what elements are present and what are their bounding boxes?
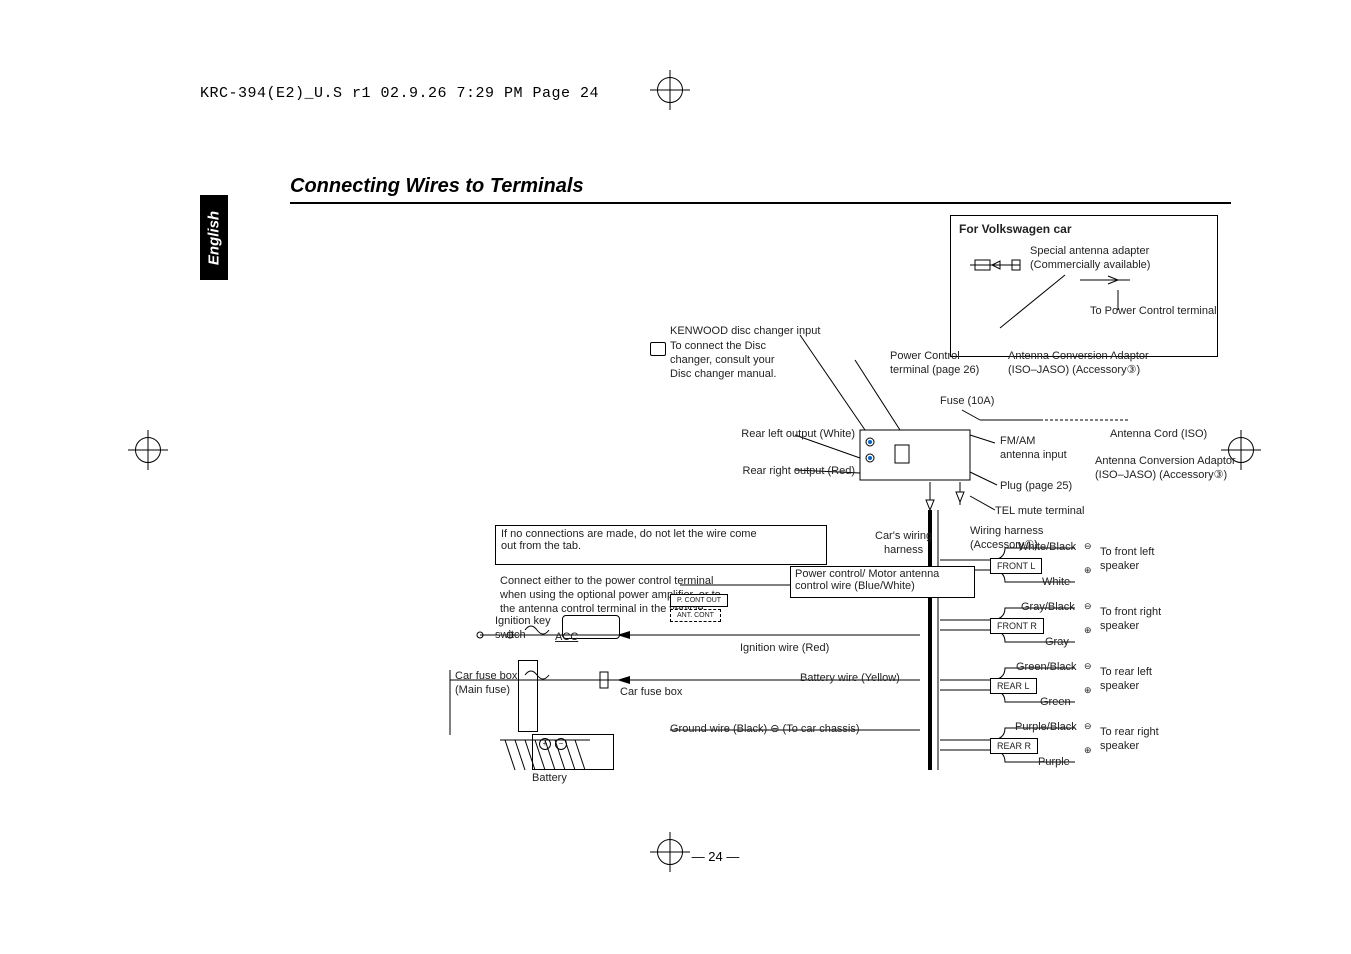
- label-rl-to: To rear left speaker: [1100, 666, 1152, 694]
- label-power-control-terminal: Power Control terminal (page 26): [890, 350, 979, 378]
- label-antenna-conv-adaptor-2: Antenna Conversion Adaptor (ISO–JASO) (A…: [1095, 455, 1236, 483]
- book-icon: [650, 342, 666, 356]
- label-fr-to: To front right speaker: [1100, 606, 1161, 634]
- label-rl-pos: Green: [1040, 696, 1071, 710]
- label-rl-neg: Green/Black: [1016, 661, 1077, 675]
- label-cars-wiring-harness: Car's wiring harness: [875, 530, 932, 558]
- label-fr-pos: Gray: [1045, 636, 1069, 650]
- label-disc-changer-note: To connect the Disc changer, consult you…: [670, 340, 776, 381]
- label-fr-neg: Gray/Black: [1021, 601, 1075, 615]
- label-fmam-input: FM/AM antenna input: [1000, 435, 1067, 463]
- note-no-connections: If no connections are made, do not let t…: [495, 525, 827, 565]
- label-plug: Plug (page 25): [1000, 480, 1072, 494]
- label-antenna-conv-adaptor: Antenna Conversion Adaptor (ISO–JASO) (A…: [1008, 350, 1149, 378]
- wiring-diagram: For Volkswagen car Special antenna adapt…: [300, 210, 1230, 800]
- label-power-motor-antenna: Power control/ Motor antenna control wir…: [790, 566, 975, 598]
- label-antenna-cord-iso: Antenna Cord (ISO): [1110, 428, 1207, 442]
- label-special-antenna-adapter: Special antenna adapter (Commercially av…: [1030, 245, 1150, 273]
- label-rear-right-output: Rear right output (Red): [695, 465, 855, 479]
- vw-note-box: For Volkswagen car: [950, 215, 1218, 357]
- label-fl-neg: White/Black: [1018, 541, 1076, 555]
- fusebox-icon: [518, 660, 538, 732]
- label-fuse-10a: Fuse (10A): [940, 395, 994, 409]
- box-rear-l: REAR L: [990, 678, 1037, 694]
- label-battery: Battery: [532, 772, 567, 786]
- label-rr-to: To rear right speaker: [1100, 726, 1159, 754]
- label-ground-wire: Ground wire (Black) ⊖ (To car chassis): [670, 723, 860, 737]
- label-disc-changer-input: KENWOOD disc changer input: [670, 325, 820, 339]
- box-ant-cont: ANT. CONT: [670, 609, 721, 622]
- battery-icon: + −: [532, 734, 614, 770]
- label-car-fuse: Car fuse box: [620, 686, 682, 700]
- label-fl-pos: White: [1042, 576, 1070, 590]
- box-front-l: FRONT L: [990, 558, 1042, 574]
- vw-heading: For Volkswagen car: [959, 222, 1209, 236]
- label-battery-wire: Battery wire (Yellow): [800, 672, 900, 686]
- label-ignition-switch: Ignition key switch: [495, 615, 551, 643]
- label-to-power-control: To Power Control terminal: [1090, 305, 1217, 319]
- label-rear-left-output: Rear left output (White): [695, 428, 855, 442]
- box-p-cont-out: P. CONT OUT: [670, 594, 728, 607]
- label-ignition-wire: Ignition wire (Red): [740, 642, 829, 656]
- label-fl-to: To front left speaker: [1100, 546, 1154, 574]
- title-rule: [290, 202, 1231, 204]
- label-connect-either: Connect either to the power control term…: [500, 575, 780, 616]
- language-tab: English: [200, 195, 228, 280]
- page-title: Connecting Wires to Terminals: [290, 175, 584, 198]
- label-tel-mute: TEL mute terminal: [995, 505, 1084, 519]
- box-front-r: FRONT R: [990, 618, 1044, 634]
- label-car-fuse-main: Car fuse box (Main fuse): [455, 670, 517, 698]
- file-header: KRC-394(E2)_U.S r1 02.9.26 7:29 PM Page …: [200, 85, 599, 102]
- page-number: — 24 —: [692, 849, 740, 864]
- box-rear-r: REAR R: [990, 738, 1038, 754]
- label-rr-neg: Purple/Black: [1015, 721, 1077, 735]
- label-rr-pos: Purple: [1038, 756, 1070, 770]
- label-acc: ACC: [555, 631, 578, 645]
